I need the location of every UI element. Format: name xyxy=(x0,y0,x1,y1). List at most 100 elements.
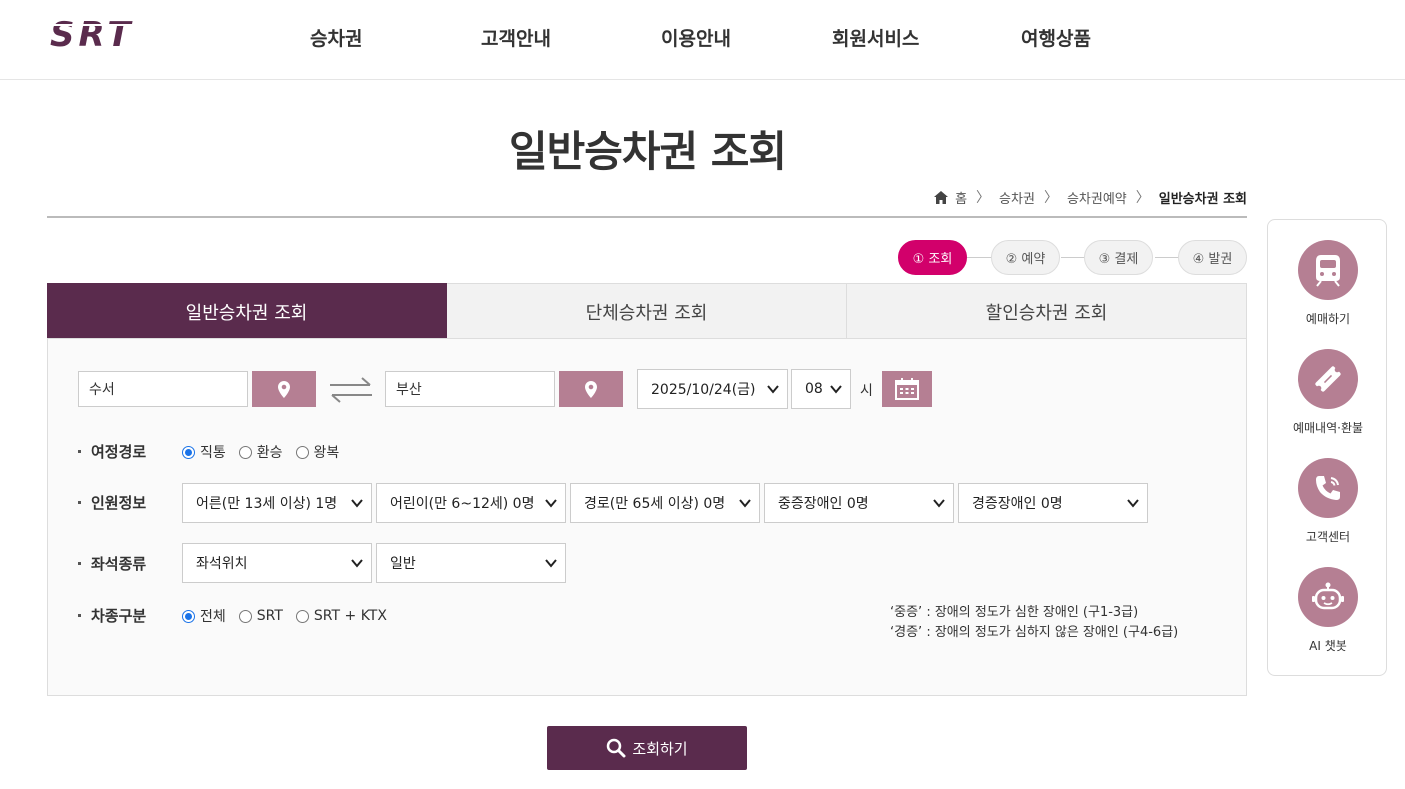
tab-group-ticket[interactable]: 단체승차권 조회 xyxy=(447,283,847,339)
passengers-label: 인원정보 xyxy=(78,492,146,513)
tab-discount-ticket[interactable]: 할인승차권 조회 xyxy=(847,283,1247,339)
phone-icon xyxy=(1316,476,1340,500)
train-type-srt-radio[interactable]: SRT xyxy=(238,608,283,624)
nav-usage-guide[interactable]: 이용안내 xyxy=(661,24,731,51)
train-type-label: 차종구분 xyxy=(78,605,146,626)
mild-note: ‘경증’ : 장애의 정도가 심하지 않은 장애인 (구4-6급) xyxy=(890,625,1179,640)
adult-count-select[interactable]: 어른(만 13세 이상) 1명 xyxy=(182,483,372,523)
chevron-down-icon xyxy=(1127,499,1139,508)
chevron-down-icon xyxy=(351,499,363,508)
senior-count-select[interactable]: 경로(만 65세 이상) 0명 xyxy=(570,483,760,523)
chevron-down-icon xyxy=(830,385,842,394)
radio-dot xyxy=(238,609,252,623)
quick-chatbot-circle xyxy=(1298,567,1358,627)
title-divider xyxy=(47,216,1247,218)
route-label-text: 여정경로 xyxy=(91,443,147,461)
calendar-icon xyxy=(895,378,919,400)
quick-history-circle xyxy=(1298,349,1358,409)
nav-member-service[interactable]: 회원서비스 xyxy=(832,24,919,51)
nav-travel-products[interactable]: 여행상품 xyxy=(1021,24,1091,51)
route-label: 여정경로 xyxy=(78,441,146,462)
chevron-down-icon xyxy=(545,499,557,508)
chevron-down-icon xyxy=(351,559,363,568)
quick-reserve-label: 예매하기 xyxy=(1305,312,1351,326)
chevron-right-icon: 〉 xyxy=(1135,190,1150,206)
hour-select[interactable]: 08 xyxy=(791,369,851,409)
radio-dot xyxy=(182,445,195,459)
select-value: 좌석위치 xyxy=(196,556,248,572)
breadcrumb-tickets[interactable]: 승차권 xyxy=(999,188,1035,207)
radio-label: SRT xyxy=(256,608,283,624)
header: SRT 승차권 고객안내 이용안내 회원서비스 여행상품 xyxy=(0,0,1405,80)
child-count-select[interactable]: 어린이(만 6~12세) 0명 xyxy=(376,483,566,523)
date-select[interactable]: 2025/10/24(금) xyxy=(637,369,788,409)
seat-class-select[interactable]: 일반 xyxy=(376,543,566,583)
search-button[interactable]: 조회하기 xyxy=(547,726,747,770)
train-type-all-radio[interactable]: 전체 xyxy=(182,606,226,626)
chevron-right-icon: 〉 xyxy=(976,190,991,206)
quick-history-label: 예매내역·환불 xyxy=(1292,421,1364,435)
train-icon xyxy=(1316,255,1340,287)
severe-note: ‘중증’ : 장애의 정도가 심한 장애인 (구1-3급) xyxy=(890,605,1139,620)
tab-general-ticket[interactable]: 일반승차권 조회 xyxy=(47,283,447,339)
bullet xyxy=(78,562,81,565)
route-transfer-radio[interactable]: 환승 xyxy=(238,442,283,462)
quick-customer-label: 고객센터 xyxy=(1305,530,1351,544)
ticket-icon xyxy=(1315,366,1341,392)
arrival-input[interactable] xyxy=(385,371,555,407)
radio-dot xyxy=(295,609,309,623)
quick-reserve-circle xyxy=(1298,240,1358,300)
train-type-srt-ktx-radio[interactable]: SRT + KTX xyxy=(295,608,387,624)
train-type-radio-group: 전체 SRT SRT + KTX xyxy=(182,606,400,626)
seat-position-select[interactable]: 좌석위치 xyxy=(182,543,372,583)
breadcrumb-home[interactable]: 홈 xyxy=(955,188,967,207)
hour-value: 08 xyxy=(805,381,823,397)
step-payment: ③ 결제 xyxy=(1084,240,1153,275)
robot-icon xyxy=(1312,582,1344,610)
route-direct-radio[interactable]: 직통 xyxy=(182,442,226,462)
departure-station-button[interactable] xyxy=(252,371,316,407)
select-value: 어른(만 13세 이상) 1명 xyxy=(196,496,338,512)
quick-chatbot-label: AI 챗봇 xyxy=(1309,639,1347,653)
nav-customer-guide[interactable]: 고객안내 xyxy=(481,24,551,51)
calendar-button[interactable] xyxy=(882,371,932,407)
radio-label: 환승 xyxy=(256,445,283,461)
quick-menu: 예매하기 예매내역·환불 고객센터 AI 챗봇 xyxy=(1267,219,1387,676)
date-value: 2025/10/24(금) xyxy=(651,382,756,398)
route-roundtrip-radio[interactable]: 왕복 xyxy=(295,442,339,462)
arrival-station-button[interactable] xyxy=(559,371,623,407)
chevron-down-icon xyxy=(767,385,779,394)
seat-label: 좌석종류 xyxy=(78,553,146,574)
step-connector xyxy=(1061,257,1086,258)
bullet xyxy=(78,501,81,504)
quick-customer-center[interactable]: 고객센터 xyxy=(1268,458,1388,545)
radio-label: 전체 xyxy=(200,609,226,625)
train-type-label-text: 차종구분 xyxy=(91,607,147,625)
search-icon xyxy=(607,738,626,758)
radio-dot xyxy=(238,445,252,459)
bullet xyxy=(78,614,81,617)
quick-ai-chatbot[interactable]: AI 챗봇 xyxy=(1268,567,1388,654)
step-search: ① 조회 xyxy=(898,240,967,275)
mild-disabled-count-select[interactable]: 경증장애인 0명 xyxy=(958,483,1148,523)
main-nav: 승차권 고객안내 이용안내 회원서비스 여행상품 xyxy=(0,24,1405,54)
step-connector xyxy=(967,257,992,258)
nav-tickets[interactable]: 승차권 xyxy=(310,24,362,51)
severe-disabled-count-select[interactable]: 중증장애인 0명 xyxy=(764,483,954,523)
departure-input[interactable] xyxy=(78,371,248,407)
quick-history-refund[interactable]: 예매내역·환불 xyxy=(1268,349,1388,436)
bullet xyxy=(78,450,81,453)
select-value: 중증장애인 0명 xyxy=(778,496,869,512)
quick-reserve[interactable]: 예매하기 xyxy=(1268,240,1388,327)
breadcrumb: 홈 〉 승차권 〉 승차권예약 〉 일반승차권 조회 xyxy=(934,187,1247,207)
passengers-label-text: 인원정보 xyxy=(91,494,147,512)
breadcrumb-reservation[interactable]: 승차권예약 xyxy=(1067,188,1127,207)
chevron-down-icon xyxy=(545,559,557,568)
chevron-down-icon xyxy=(739,499,751,508)
route-radio-group: 직통 환승 왕복 xyxy=(182,442,352,462)
disability-notes: ‘중증’ : 장애의 정도가 심한 장애인 (구1-3급) ‘경증’ : 장애의… xyxy=(890,603,1178,643)
seat-label-text: 좌석종류 xyxy=(91,555,147,573)
search-button-label: 조회하기 xyxy=(632,739,688,758)
chevron-down-icon xyxy=(933,499,945,508)
swap-stations-icon[interactable] xyxy=(328,375,374,405)
